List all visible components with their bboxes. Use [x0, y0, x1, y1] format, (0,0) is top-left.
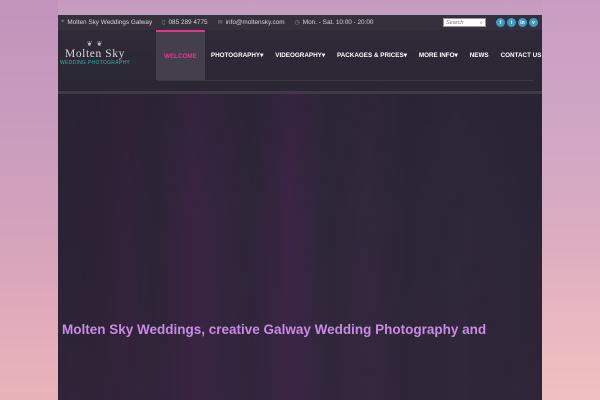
clock-icon: ◷ — [294, 20, 300, 26]
phone-icon: ▯ — [162, 20, 166, 26]
location-text: Molten Sky Weddings Galway — [67, 19, 153, 26]
location-info: ⌖ Molten Sky Weddings Galway — [61, 19, 152, 26]
nav-news[interactable]: NEWS — [464, 30, 495, 80]
vimeo-icon[interactable]: v — [529, 18, 538, 27]
logo-ornament-icon: ❦ ❦ — [86, 41, 104, 48]
phone-info[interactable]: ▯ 085 289 4775 — [162, 19, 207, 26]
main-nav: WELCOME PHOTOGRAPHY▾ VIDEOGRAPHY▾ PACKAG… — [156, 30, 547, 80]
hours-text: Mon. - Sat. 10:00 - 20:00 — [302, 19, 374, 26]
hero-slider — [58, 94, 542, 400]
search-input[interactable] — [446, 19, 480, 26]
search-icon[interactable]: ⌕ — [480, 20, 483, 26]
search-box[interactable]: ⌕ — [443, 18, 486, 27]
nav-welcome[interactable]: WELCOME — [156, 30, 205, 80]
background-right — [542, 0, 600, 400]
hero-title: Molten Sky Weddings, creative Galway Wed… — [62, 322, 487, 337]
logo-tagline: WEDDING PHOTOGRAPHY — [59, 60, 131, 66]
nav-packages-prices[interactable]: PACKAGES & PRICES▾ — [331, 30, 413, 80]
nav-more-info[interactable]: MORE INFO▾ — [413, 30, 464, 80]
envelope-icon: ✉ — [217, 20, 223, 26]
linkedin-icon[interactable]: in — [518, 18, 527, 27]
logo[interactable]: ❦ ❦ Molten Sky WEDDING PHOTOGRAPHY — [58, 41, 132, 67]
nav-contact-us[interactable]: CONTACT US — [495, 30, 548, 80]
site-container: ⌖ Molten Sky Weddings Galway ▯ 085 289 4… — [58, 15, 542, 400]
nav-videography[interactable]: VIDEOGRAPHY▾ — [269, 30, 331, 80]
map-pin-icon: ⌖ — [61, 19, 65, 25]
nav-photography[interactable]: PHOTOGRAPHY▾ — [205, 30, 269, 80]
email-link[interactable]: info@moltensky.com — [226, 19, 285, 26]
hours-info: ◷ Mon. - Sat. 10:00 - 20:00 — [295, 19, 374, 26]
background-left — [0, 0, 58, 400]
logo-name: Molten Sky — [65, 48, 125, 60]
phone-text[interactable]: 085 289 4775 — [168, 19, 207, 26]
nav-divider — [158, 80, 534, 81]
email-info[interactable]: ✉ info@moltensky.com — [218, 19, 285, 26]
facebook-icon[interactable]: f — [496, 18, 505, 27]
header: ❦ ❦ Molten Sky WEDDING PHOTOGRAPHY WELCO… — [58, 30, 542, 94]
top-bar: ⌖ Molten Sky Weddings Galway ▯ 085 289 4… — [58, 15, 542, 30]
twitter-icon[interactable]: t — [507, 18, 516, 27]
